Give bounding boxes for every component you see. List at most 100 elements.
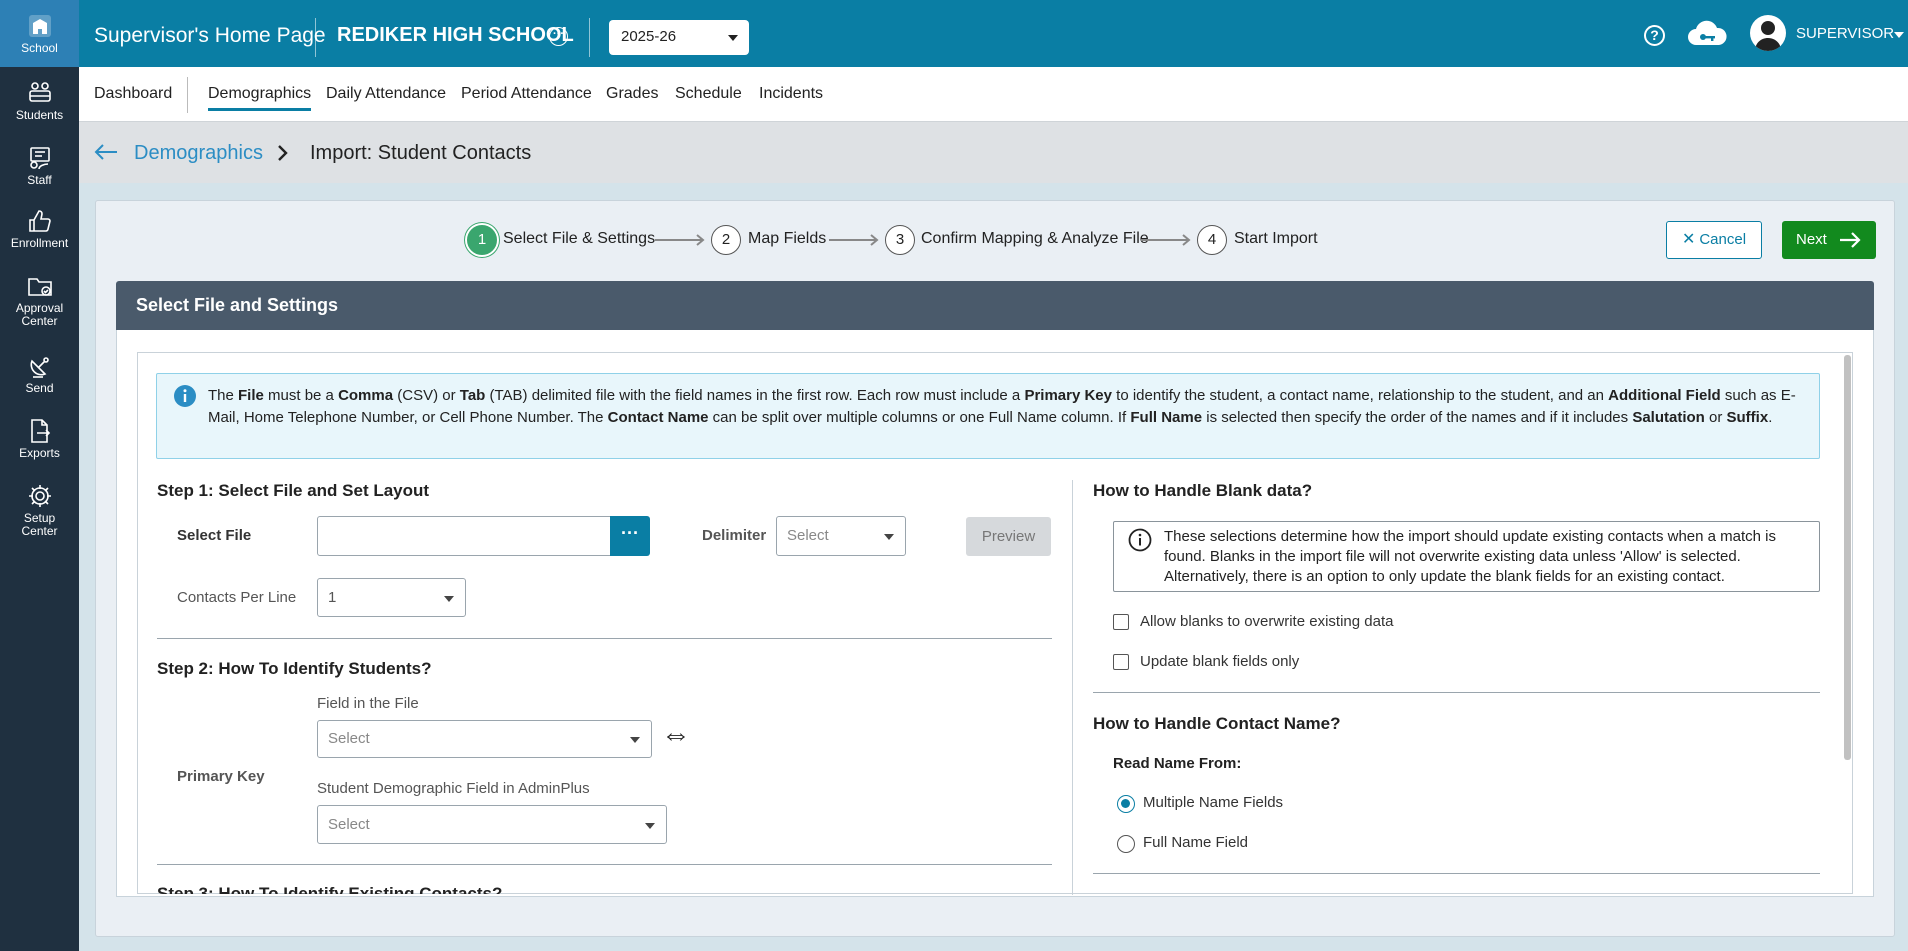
rail-label: Staff: [27, 173, 52, 187]
browse-file-button[interactable]: ···: [610, 516, 650, 556]
tab-incidents[interactable]: Incidents: [759, 85, 823, 103]
breadcrumb: Demographics Import: Student Contacts: [79, 122, 1908, 183]
divider: [589, 18, 590, 57]
wizard-step-2-number: 2: [711, 225, 741, 255]
info-bold: File: [238, 387, 264, 404]
allow-blanks-label[interactable]: Allow blanks to overwrite existing data: [1140, 613, 1393, 630]
students-icon: [28, 82, 51, 102]
chevron-down-icon: [444, 595, 454, 602]
avatar[interactable]: [1750, 15, 1786, 51]
arrow-right-icon: [655, 234, 705, 246]
field-in-file-select[interactable]: Select: [317, 720, 652, 758]
column-divider: [1072, 480, 1073, 895]
cancel-button[interactable]: ✕ Cancel: [1666, 221, 1762, 259]
panel-title: Select File and Settings: [116, 281, 1874, 330]
field-in-file-label: Field in the File: [317, 695, 419, 712]
divider: [187, 77, 188, 113]
field-in-file-value: Select: [328, 730, 370, 747]
multiple-name-fields-radio[interactable]: [1117, 795, 1135, 813]
primary-key-label: Primary Key: [177, 768, 265, 785]
tab-daily-attendance[interactable]: Daily Attendance: [326, 85, 446, 103]
scrollbar[interactable]: [1844, 355, 1851, 760]
info-outline-icon: [1128, 528, 1152, 552]
user-name[interactable]: SUPERVISOR: [1796, 25, 1894, 42]
tab-period-attendance[interactable]: Period Attendance: [461, 85, 592, 103]
read-name-from-label: Read Name From:: [1113, 755, 1242, 772]
info-text: must be a: [263, 387, 339, 404]
demographic-field-select[interactable]: Select: [317, 805, 667, 844]
demographic-field-label: Student Demographic Field in AdminPlus: [317, 780, 590, 797]
tab-dashboard[interactable]: Dashboard: [94, 85, 172, 103]
demographic-field-value: Select: [328, 816, 370, 833]
info-text: can be split over multiple columns or on…: [708, 409, 1131, 426]
rail-label: Enrollment: [10, 236, 69, 250]
contacts-per-line-select[interactable]: 1: [317, 578, 466, 617]
rail-item-exports[interactable]: Exports: [0, 418, 79, 468]
next-button-label: Next: [1796, 231, 1827, 248]
contact-name-heading: How to Handle Contact Name?: [1093, 714, 1341, 733]
info-text: or: [1704, 409, 1727, 426]
tab-demographics[interactable]: Demographics: [208, 85, 312, 111]
rail-item-setup-center[interactable]: Setup Center: [0, 483, 79, 545]
next-button[interactable]: Next: [1782, 221, 1876, 259]
info-text: .: [1768, 409, 1773, 426]
select-file-label: Select File: [177, 527, 252, 544]
rail-item-school[interactable]: School: [0, 0, 79, 67]
preview-button[interactable]: Preview: [966, 517, 1051, 556]
info-bold: Full Name: [1130, 409, 1203, 426]
update-blank-only-label[interactable]: Update blank fields only: [1140, 653, 1299, 670]
info-bold: Contact Name: [607, 409, 709, 426]
info-text: to identify the student, a contact name,…: [1112, 387, 1609, 404]
back-arrow-icon[interactable]: [93, 142, 119, 162]
select-file-input[interactable]: [317, 516, 612, 556]
wizard-step-1-number: 1: [467, 225, 497, 255]
cloud-key-icon[interactable]: [1686, 20, 1728, 48]
rail-label: School: [21, 41, 58, 55]
info-text: is selected then specify the order of th…: [1202, 409, 1633, 426]
arrow-right-icon: [1840, 232, 1861, 248]
breadcrumb-demographics-link[interactable]: Demographics: [134, 142, 263, 165]
help-icon[interactable]: ?: [1644, 25, 1665, 46]
blank-data-note-text: These selections determine how the impor…: [1164, 528, 1776, 585]
full-name-field-radio[interactable]: [1117, 835, 1135, 853]
rail-item-students[interactable]: Students: [0, 80, 79, 130]
allow-blanks-checkbox[interactable]: [1113, 614, 1129, 630]
chevron-down-icon[interactable]: [1894, 32, 1904, 38]
full-name-field-label[interactable]: Full Name Field: [1143, 834, 1248, 851]
rail-item-send[interactable]: Send: [0, 353, 79, 403]
school-more-icon[interactable]: ···: [549, 27, 568, 46]
info-message: The File must be a Comma (CSV) or Tab (T…: [156, 373, 1820, 459]
cancel-button-label: Cancel: [1699, 231, 1747, 248]
thumbs-up-icon: [28, 210, 51, 232]
delimiter-value: Select: [787, 527, 829, 544]
wizard-step-3-label: Confirm Mapping & Analyze File: [921, 230, 1149, 247]
tab-schedule[interactable]: Schedule: [675, 85, 742, 103]
satellite-dish-icon: [30, 357, 49, 378]
wizard-step-4-label: Start Import: [1234, 230, 1318, 247]
staff-icon: [29, 147, 50, 170]
rail-item-enrollment[interactable]: Enrollment: [0, 208, 79, 258]
multiple-name-fields-label[interactable]: Multiple Name Fields: [1143, 794, 1283, 811]
rail-label: Students: [15, 108, 64, 122]
chevron-down-icon: [728, 35, 738, 41]
info-text: (CSV) or: [393, 387, 460, 404]
tab-grades[interactable]: Grades: [606, 85, 658, 103]
info-bold: Primary Key: [1024, 387, 1112, 404]
wizard-step-4-number: 4: [1197, 225, 1227, 255]
info-bold: Comma: [338, 387, 394, 404]
update-blank-only-checkbox[interactable]: [1113, 654, 1129, 670]
page-title: Import: Student Contacts: [310, 142, 532, 164]
rail-label: Setup Center: [21, 511, 58, 538]
rail-label: Exports: [19, 446, 60, 460]
home-title[interactable]: Supervisor's Home Page: [94, 24, 326, 48]
chevron-down-icon: [645, 822, 655, 829]
arrow-right-icon: [829, 234, 879, 246]
close-icon: ✕: [1681, 231, 1696, 248]
delimiter-select[interactable]: Select: [776, 516, 906, 556]
rail-item-approval-center[interactable]: Approval Center: [0, 273, 79, 335]
step3-clip: Step 3: How To Identify Existing Contact…: [157, 884, 1057, 894]
export-file-icon: [30, 419, 50, 443]
divider: [157, 864, 1052, 865]
rail-item-staff[interactable]: Staff: [0, 145, 79, 195]
school-year-select[interactable]: 2025-26: [609, 20, 749, 55]
